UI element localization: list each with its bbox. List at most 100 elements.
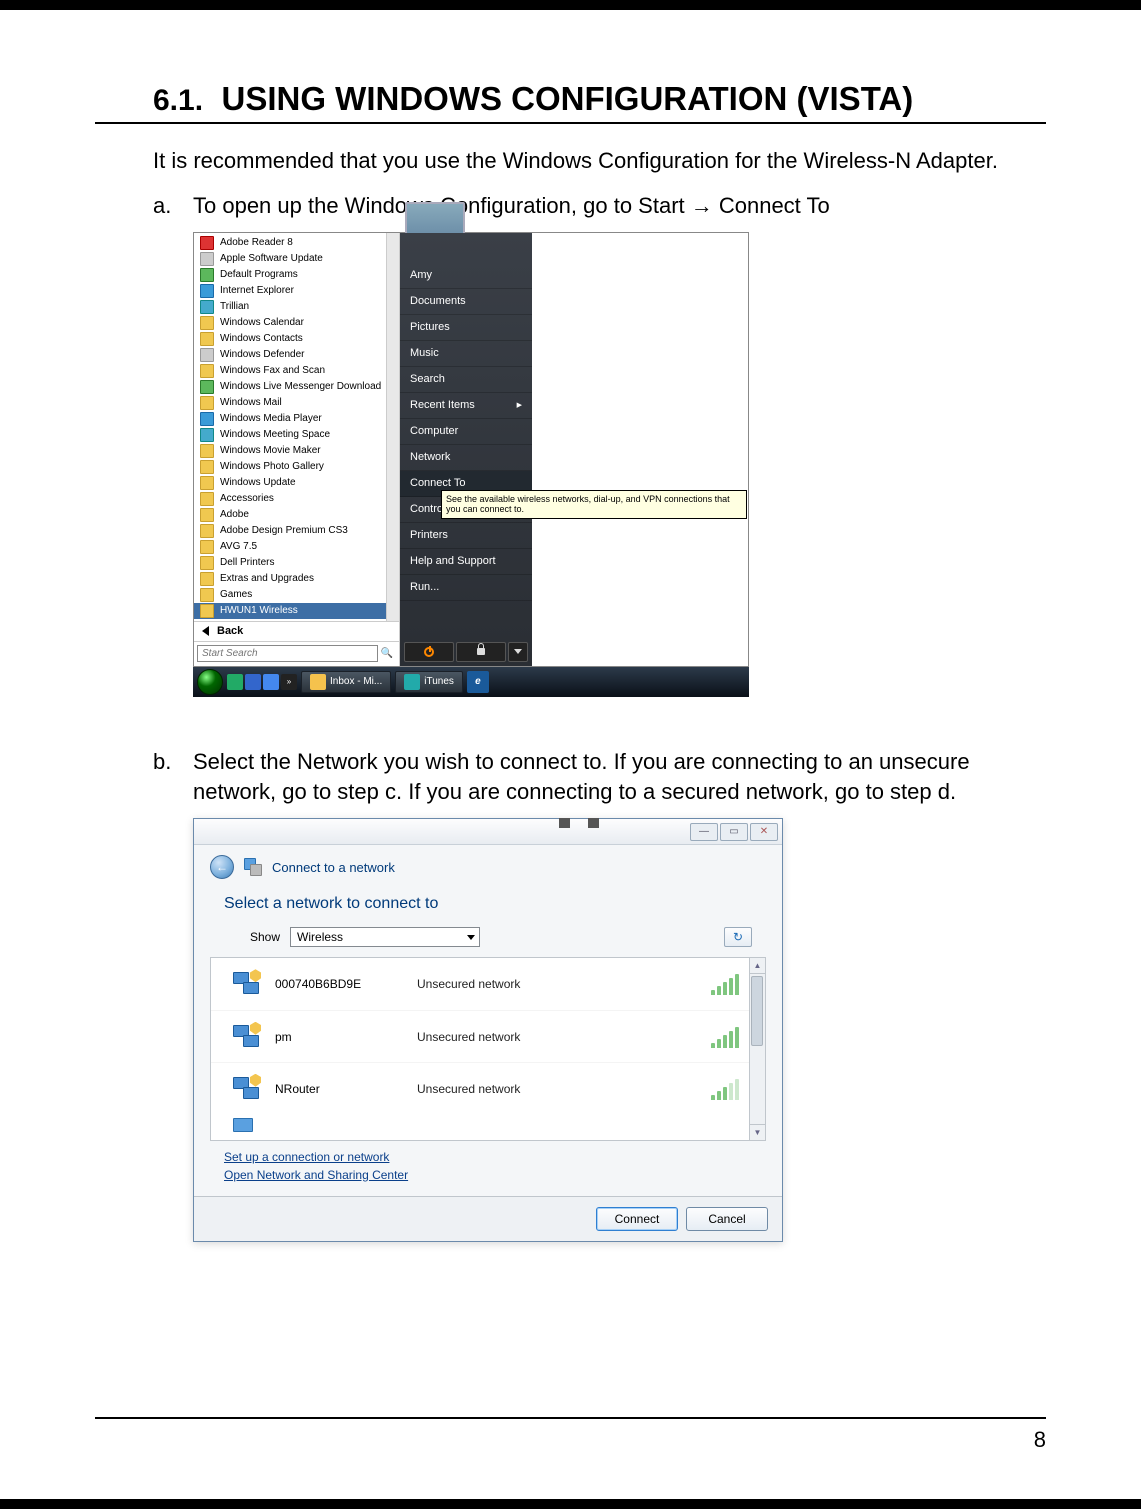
back-button[interactable]: Back <box>194 621 399 641</box>
power-options-button[interactable] <box>508 642 528 662</box>
page-footer: 8 <box>95 1417 1046 1453</box>
program-label: AVG 7.5 <box>220 542 257 552</box>
right-item-search[interactable]: Search <box>400 367 532 393</box>
show-dropdown[interactable]: Wireless <box>290 927 480 947</box>
screenshot-connect-dialog: — ▭ ✕ ← Connect to a network Select a ne… <box>193 818 783 1242</box>
page-number: 8 <box>1034 1427 1046 1452</box>
program-folder[interactable]: Dell Printers <box>194 555 399 571</box>
program-item[interactable]: Windows Photo Gallery <box>194 459 399 475</box>
taskbar-button-ie[interactable]: e <box>467 671 489 693</box>
program-item[interactable]: Windows Media Player <box>194 411 399 427</box>
mail-icon <box>310 674 326 690</box>
program-item[interactable]: Windows Defender <box>194 347 399 363</box>
itunes-icon <box>404 674 420 690</box>
right-item-printers[interactable]: Printers <box>400 523 532 549</box>
network-type-icon <box>233 1118 253 1132</box>
user-name-item[interactable]: Amy <box>400 263 532 289</box>
program-item[interactable]: Apple Software Update <box>194 251 399 267</box>
right-item-documents[interactable]: Documents <box>400 289 532 315</box>
intro-paragraph: It is recommended that you use the Windo… <box>95 146 1046 177</box>
program-item[interactable]: Adobe Reader 8 <box>194 235 399 251</box>
start-orb[interactable] <box>197 669 223 695</box>
program-folder[interactable]: Adobe Design Premium CS3 <box>194 523 399 539</box>
program-item[interactable]: Windows Mail <box>194 395 399 411</box>
right-item-network[interactable]: Network <box>400 445 532 471</box>
step-a-text: To open up the Windows Configuration, go… <box>193 193 830 218</box>
program-folder-highlighted[interactable]: HWUN1 Wireless <box>194 603 399 619</box>
right-item-label: Printers <box>410 530 448 541</box>
right-item-music[interactable]: Music <box>400 341 532 367</box>
cancel-button[interactable]: Cancel <box>686 1207 768 1231</box>
network-row[interactable]: pm Unsecured network <box>211 1010 765 1062</box>
link-sharing-center[interactable]: Open Network and Sharing Center <box>224 1167 752 1184</box>
right-item-label: Documents <box>410 296 466 307</box>
program-label: Games <box>220 590 252 600</box>
lock-button[interactable] <box>456 642 506 662</box>
app-icon <box>200 412 214 426</box>
network-row[interactable]: 000740B6BD9E Unsecured network <box>211 958 765 1010</box>
program-folder[interactable]: AVG 7.5 <box>194 539 399 555</box>
network-row-partial[interactable] <box>211 1114 765 1136</box>
program-item[interactable]: Windows Live Messenger Download <box>194 379 399 395</box>
network-name: NRouter <box>275 1082 403 1096</box>
right-item-pictures[interactable]: Pictures <box>400 315 532 341</box>
program-item[interactable]: Internet Explorer <box>194 283 399 299</box>
program-label: Default Programs <box>220 270 298 280</box>
link-setup-connection[interactable]: Set up a connection or network <box>224 1149 752 1166</box>
right-item-recent[interactable]: Recent Items▶ <box>400 393 532 419</box>
folder-icon <box>200 556 214 570</box>
refresh-icon: ↻ <box>733 930 743 944</box>
search-icon[interactable]: 🔍 <box>378 645 396 663</box>
program-label: Windows Contacts <box>220 334 303 344</box>
close-button[interactable]: ✕ <box>750 823 778 841</box>
program-item[interactable]: Windows Update <box>194 475 399 491</box>
program-label: Windows Movie Maker <box>220 446 321 456</box>
quick-launch-icon[interactable] <box>245 674 261 690</box>
scroll-down-button[interactable]: ▼ <box>750 1124 765 1140</box>
program-item[interactable]: Windows Contacts <box>194 331 399 347</box>
program-item[interactable]: Windows Movie Maker <box>194 443 399 459</box>
power-buttons <box>400 638 532 666</box>
program-folder[interactable]: Adobe <box>194 507 399 523</box>
taskbar: » Inbox - Mi... iTunes e <box>193 667 749 697</box>
right-item-computer[interactable]: Computer <box>400 419 532 445</box>
program-folder[interactable]: Extras and Upgrades <box>194 571 399 587</box>
right-item-label: Network <box>410 452 450 463</box>
quick-launch-overflow[interactable]: » <box>281 674 297 690</box>
program-item[interactable]: Default Programs <box>194 267 399 283</box>
signal-strength-icon <box>711 1026 741 1048</box>
program-folder[interactable]: Accessories <box>194 491 399 507</box>
app-icon <box>200 476 214 490</box>
quick-launch-icon[interactable] <box>263 674 279 690</box>
program-item[interactable]: Trillian <box>194 299 399 315</box>
folder-icon <box>200 572 214 586</box>
network-type-icon <box>233 970 261 998</box>
right-item-help[interactable]: Help and Support <box>400 549 532 575</box>
power-button[interactable] <box>404 642 454 662</box>
folder-icon <box>200 524 214 538</box>
program-label: Windows Calendar <box>220 318 304 328</box>
all-programs-list[interactable]: Adobe Reader 8 Apple Software Update Def… <box>194 233 399 621</box>
connect-to-tooltip: See the available wireless networks, dia… <box>441 490 747 520</box>
program-item[interactable]: Windows Calendar <box>194 315 399 331</box>
program-item[interactable]: Windows Fax and Scan <box>194 363 399 379</box>
scroll-up-button[interactable]: ▲ <box>750 958 765 974</box>
program-folder[interactable]: Games <box>194 587 399 603</box>
taskbar-button-inbox[interactable]: Inbox - Mi... <box>301 671 391 693</box>
network-icon <box>244 858 262 876</box>
minimize-button[interactable]: — <box>690 823 718 841</box>
start-search-input[interactable] <box>197 645 378 662</box>
quick-launch-icon[interactable] <box>227 674 243 690</box>
program-label: Windows Update <box>220 478 296 488</box>
connect-button[interactable]: Connect <box>596 1207 678 1231</box>
right-item-run[interactable]: Run... <box>400 575 532 601</box>
scrollbar-thumb[interactable] <box>751 976 763 1046</box>
network-list[interactable]: 000740B6BD9E Unsecured network pm Unsecu… <box>210 957 766 1141</box>
refresh-button[interactable]: ↻ <box>724 927 752 947</box>
maximize-button[interactable]: ▭ <box>720 823 748 841</box>
taskbar-button-itunes[interactable]: iTunes <box>395 671 463 693</box>
list-scrollbar[interactable]: ▲ ▼ <box>749 958 765 1140</box>
network-row[interactable]: NRouter Unsecured network <box>211 1062 765 1114</box>
program-item[interactable]: Windows Meeting Space <box>194 427 399 443</box>
nav-back-button[interactable]: ← <box>210 855 234 879</box>
